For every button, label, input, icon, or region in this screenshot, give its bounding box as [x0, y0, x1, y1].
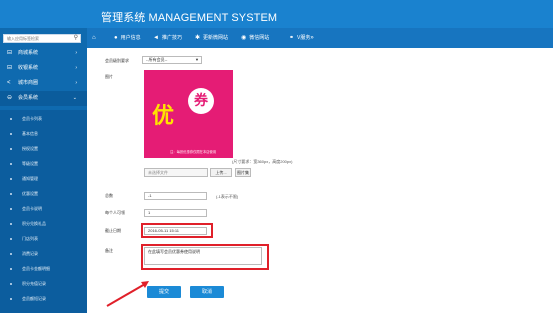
- sidebar-item-city[interactable]: < 城市商圈 ›: [0, 76, 87, 91]
- search-input[interactable]: [4, 35, 72, 42]
- cancel-button[interactable]: 取消: [190, 286, 224, 298]
- level-select[interactable]: --所有会员-- ▼: [142, 56, 202, 64]
- submenu-item[interactable]: 基本信息: [0, 127, 87, 140]
- file-path-field[interactable]: 未选择文件: [144, 168, 208, 177]
- submenu-item[interactable]: 会员额短记录: [0, 292, 87, 305]
- submenu-item[interactable]: 门店列表: [0, 232, 87, 245]
- gear-icon: ✱: [195, 35, 201, 41]
- highlight-deadline: [141, 223, 213, 238]
- submenu-item[interactable]: 会员卡列表: [0, 112, 87, 125]
- submenu-item[interactable]: 优惠设置: [0, 187, 87, 200]
- submenu-item[interactable]: 等级设置: [0, 157, 87, 170]
- image-size-hint: (尺寸要求：宽360px，高度200px): [232, 159, 293, 164]
- home-icon: ⌂: [92, 35, 96, 41]
- image-label: 图片: [105, 74, 113, 79]
- remark-label: 备注: [105, 248, 113, 253]
- sidebar-search: ⚲: [3, 34, 81, 43]
- double-chevron-icon: ⚭: [289, 35, 295, 41]
- deadline-label: 截止日期: [105, 228, 121, 233]
- count-input[interactable]: -1: [144, 192, 207, 200]
- app-title: 管理系统 MANAGEMENT SYSTEM: [101, 12, 278, 24]
- coupon-form: 会员级别要求 --所有会员-- ▼ 图片 优 券 注：每张优惠券仅限在本店使用 …: [87, 48, 553, 313]
- top-nav: ⌂ ● 用户信息 ◄ 推广技巧 ✱ 更新微网站 ◉ 微信网站 ⚭ V服务»: [87, 28, 553, 48]
- submenu-item[interactable]: 会员卡说明: [0, 202, 87, 215]
- sidebar-item-member[interactable]: ⊖ 会员系统 ⌄: [0, 91, 87, 106]
- send-icon: ◄: [153, 35, 159, 41]
- chevron-down-icon: ⌄: [72, 95, 77, 101]
- nav-user-info[interactable]: ● 用户信息: [114, 28, 141, 48]
- cart-icon: ⊟: [7, 50, 13, 56]
- submenu-item[interactable]: 积分兑换礼品: [0, 217, 87, 230]
- nav-update-site[interactable]: ✱ 更新微网站: [195, 28, 228, 48]
- double-chevron-icon: »: [310, 35, 314, 41]
- nav-v-service[interactable]: ⚭ V服务»: [289, 28, 314, 48]
- share-icon: <: [7, 80, 11, 86]
- level-label: 会员级别要求: [105, 58, 129, 63]
- poster-circle-char: 券: [188, 88, 214, 114]
- per-user-label: 每个人可领: [105, 210, 125, 215]
- coupon-image: 优 券 注：每张优惠券仅限在本店使用: [144, 70, 233, 158]
- upload-button[interactable]: 上传...: [210, 168, 232, 177]
- member-icon: ⊖: [7, 95, 13, 101]
- count-label: 总数: [105, 193, 113, 198]
- submenu-item[interactable]: 会员卡金额明细: [0, 262, 87, 275]
- home-link[interactable]: ⌂: [92, 28, 99, 48]
- chevron-right-icon: ›: [75, 50, 77, 56]
- member-submenu: 会员卡列表 基本信息 授权设置 等级设置 通知管理 优惠设置 会员卡说明 积分兑…: [0, 110, 87, 313]
- user-icon: ●: [114, 35, 118, 41]
- submenu-item[interactable]: 消费记录: [0, 247, 87, 260]
- highlight-remark: [141, 244, 269, 270]
- image-library-button[interactable]: 图片集: [235, 168, 251, 177]
- cashier-icon: ⊟: [7, 65, 13, 71]
- chevron-right-icon: ›: [75, 65, 77, 71]
- poster-big-char: 优: [152, 103, 175, 129]
- annotation-arrow: [106, 281, 149, 307]
- count-note: (-1表示不限): [216, 194, 239, 199]
- poster-caption: 注：每张优惠券仅限在本店使用: [170, 150, 217, 154]
- eye-icon: ◉: [241, 35, 247, 41]
- submenu-item[interactable]: 通知管理: [0, 172, 87, 185]
- submenu-item[interactable]: 积分充值记录: [0, 277, 87, 290]
- per-user-input[interactable]: 1: [144, 209, 207, 217]
- submenu-item[interactable]: 授权设置: [0, 142, 87, 155]
- sidebar-item-cashier[interactable]: ⊟ 收银系统 ›: [0, 61, 87, 76]
- sidebar-item-mall[interactable]: ⊟ 商城系统 ›: [0, 46, 87, 61]
- nav-promo-tips[interactable]: ◄ 推广技巧: [153, 28, 182, 48]
- caret-down-icon: ▼: [195, 57, 199, 62]
- search-icon[interactable]: ⚲: [74, 35, 78, 42]
- nav-wechat-site[interactable]: ◉ 微信网站: [241, 28, 269, 48]
- chevron-right-icon: ›: [75, 80, 77, 86]
